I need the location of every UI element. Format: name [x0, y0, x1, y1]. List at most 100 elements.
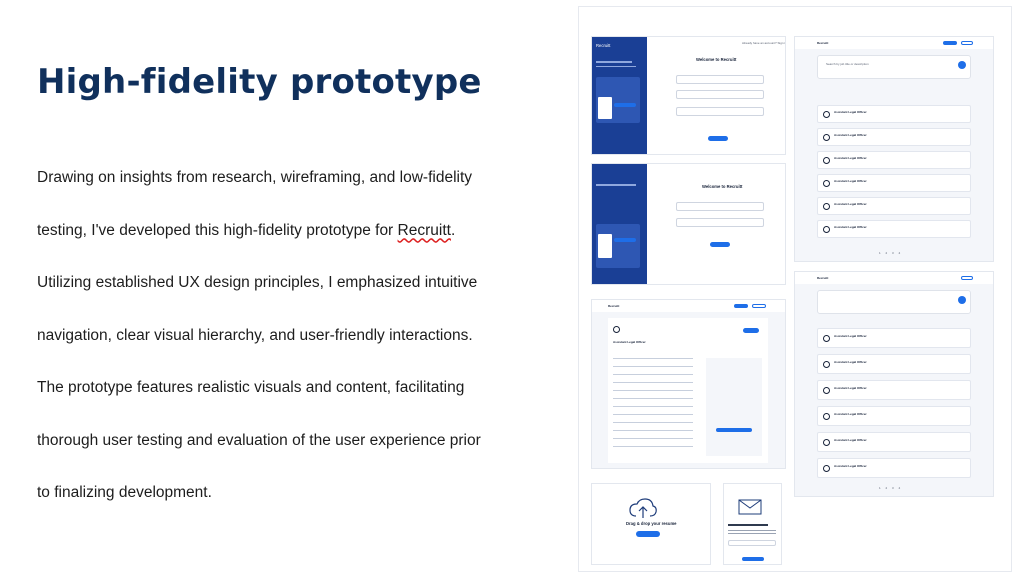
confirm-body: [728, 530, 776, 531]
side-panel-illustration: [596, 77, 640, 123]
company-avatar: [823, 413, 830, 420]
side-panel-text: [596, 61, 632, 63]
company-avatar: [613, 326, 620, 333]
company-avatar: [823, 387, 830, 394]
welcome-title: Welcome to Recruitt: [702, 184, 743, 189]
detail-brand: Recruitt: [608, 304, 620, 308]
paragraph-line: Drawing on insights from research, wiref…: [37, 169, 473, 186]
paragraph-line: to finalizing development.: [37, 484, 212, 501]
job-card[interactable]: Assistant Legal Officer: [817, 151, 971, 169]
apply-button[interactable]: [743, 328, 759, 333]
job-card[interactable]: Assistant Legal Officer: [817, 354, 971, 374]
list-header: Recruitt: [795, 37, 993, 49]
slide-paragraph: Drawing on insights from research, wiref…: [37, 152, 557, 520]
detail-header: Recruitt: [592, 300, 785, 312]
job-card[interactable]: Assistant Legal Officer: [817, 174, 971, 192]
job-card[interactable]: Assistant Legal Officer: [817, 458, 971, 478]
job-card[interactable]: Assistant Legal Officer: [817, 220, 971, 238]
side-panel-illustration: [596, 224, 640, 268]
paragraph-line: Utilizing established UX design principl…: [37, 274, 478, 291]
job-card-title: Assistant Legal Officer: [834, 133, 867, 137]
list-header: Recruitt: [795, 272, 993, 284]
envelope-icon: [738, 499, 762, 515]
job-card[interactable]: Assistant Legal Officer: [817, 328, 971, 348]
side-panel-pill: [614, 103, 636, 107]
password-field[interactable]: [676, 107, 764, 116]
job-card[interactable]: Assistant Legal Officer: [817, 105, 971, 123]
summary-apply-button[interactable]: [716, 428, 752, 432]
job-card-title: Assistant Legal Officer: [834, 156, 867, 160]
signup-side-panel: Recruitt: [592, 37, 647, 154]
job-card-title: Assistant Legal Officer: [834, 225, 867, 229]
company-avatar: [823, 134, 830, 141]
confirm-title: [728, 524, 768, 526]
browse-files-button[interactable]: [636, 531, 660, 537]
paragraph-line: navigation, clear visual hierarchy, and …: [37, 326, 473, 344]
paragraph-line: The prototype features realistic visuals…: [37, 379, 465, 396]
header-signin-button[interactable]: [961, 41, 973, 45]
code-field[interactable]: [728, 540, 776, 546]
paragraph-line: thorough user testing and evaluation of …: [37, 431, 481, 449]
brand-suffix: .: [450, 221, 456, 239]
email-field[interactable]: [676, 202, 764, 211]
job-card-title: Assistant Legal Officer: [834, 464, 867, 468]
upload-title: Drag & drop your resume: [626, 521, 677, 526]
brand-word: Recruitt: [397, 221, 451, 239]
signin-button[interactable]: [710, 242, 730, 247]
company-avatar: [823, 111, 830, 118]
side-panel-card: [598, 97, 612, 119]
name-field[interactable]: [676, 75, 764, 84]
paragraph-line-text: testing, I've developed this high-fideli…: [37, 221, 394, 239]
job-list-screen-1: Recruitt Search by job title or descript…: [795, 37, 993, 261]
header-signup-button[interactable]: [943, 41, 957, 45]
list-brand: Recruitt: [817, 276, 829, 280]
signin-hint: Already have an account? Sign in: [742, 41, 785, 45]
job-detail-screen: Recruitt Assistant Legal Officer: [592, 300, 785, 468]
header-signup-button[interactable]: [734, 304, 748, 308]
company-avatar: [823, 226, 830, 233]
job-card[interactable]: Assistant Legal Officer: [817, 197, 971, 215]
job-card-title: Assistant Legal Officer: [834, 360, 867, 364]
side-panel-brand: Recruitt: [596, 43, 611, 48]
password-field[interactable]: [676, 218, 764, 227]
job-card[interactable]: Assistant Legal Officer: [817, 128, 971, 146]
company-avatar: [823, 361, 830, 368]
email-confirm-modal: [724, 484, 781, 564]
company-avatar: [823, 180, 830, 187]
search-card: Search by job title or description: [817, 55, 971, 79]
job-summary-panel: [706, 358, 762, 456]
job-card[interactable]: Assistant Legal Officer: [817, 406, 971, 426]
email-field[interactable]: [676, 90, 764, 99]
job-card[interactable]: Assistant Legal Officer: [817, 432, 971, 452]
pagination[interactable]: 1 2 3 4: [879, 251, 902, 255]
job-card-title: Assistant Legal Officer: [834, 438, 867, 442]
header-account-button[interactable]: [961, 276, 973, 280]
signup-screen-2: Welcome to Recruitt: [592, 164, 785, 284]
job-card-title: Assistant Legal Officer: [834, 110, 867, 114]
job-title: Assistant Legal Officer: [613, 340, 646, 344]
search-button[interactable]: [958, 61, 966, 69]
header-signin-button[interactable]: [752, 304, 766, 308]
welcome-title: Welcome to Recruitt: [696, 57, 737, 62]
company-avatar: [823, 439, 830, 446]
job-card[interactable]: Assistant Legal Officer: [817, 380, 971, 400]
verify-button[interactable]: [742, 557, 764, 561]
pagination[interactable]: 1 2 3 4: [879, 486, 902, 490]
job-detail-card: Assistant Legal Officer: [608, 318, 768, 463]
side-panel-card: [598, 234, 612, 258]
list-brand: Recruitt: [817, 41, 829, 45]
slide-title: High-fidelity prototype: [37, 62, 482, 102]
upload-modal: Drag & drop your resume: [592, 484, 710, 564]
upload-cloud-icon: [629, 498, 657, 518]
company-avatar: [823, 335, 830, 342]
search-button[interactable]: [958, 296, 966, 304]
job-card-title: Assistant Legal Officer: [834, 412, 867, 416]
signup-button[interactable]: [708, 136, 728, 141]
company-avatar: [823, 203, 830, 210]
side-panel-text: [596, 184, 636, 186]
job-card-title: Assistant Legal Officer: [834, 334, 867, 338]
company-avatar: [823, 465, 830, 472]
side-panel-text: [596, 66, 636, 67]
job-card-title: Assistant Legal Officer: [834, 202, 867, 206]
job-card-title: Assistant Legal Officer: [834, 179, 867, 183]
